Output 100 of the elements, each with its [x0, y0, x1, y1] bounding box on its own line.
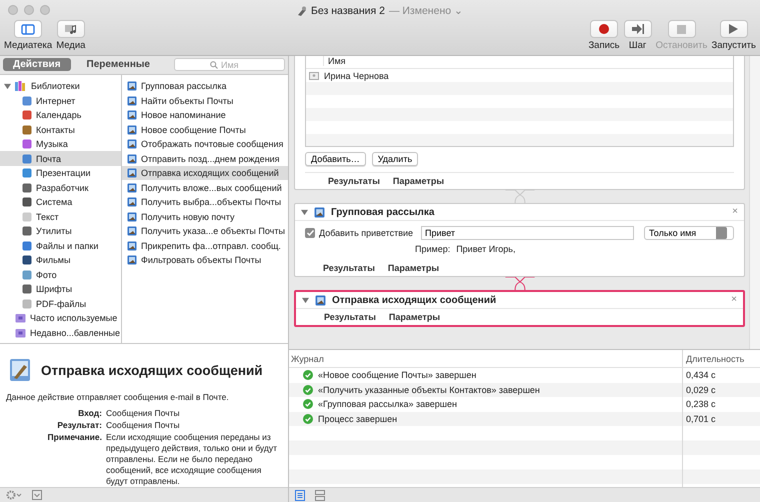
category-item[interactable]: Календарь	[0, 108, 121, 122]
library-tab[interactable]: Действия	[3, 58, 71, 72]
action-card[interactable]: Отправка исходящих сообщений × Результаты Параметры	[294, 290, 745, 327]
category-icon	[22, 212, 32, 222]
action-title: Групповая рассылка	[331, 206, 436, 218]
column-header: Имя	[323, 56, 346, 66]
category-item[interactable]: Недавно...бавленные	[0, 325, 121, 340]
action-title: Отправка исходящих сообщений	[332, 294, 498, 306]
action-item[interactable]: Найти объекты Почты	[122, 93, 288, 108]
action-item[interactable]: Получить указа...е объекты Почты	[122, 224, 288, 238]
category-item[interactable]: Почта	[0, 151, 121, 166]
close-button[interactable]: ×	[732, 207, 738, 217]
contact-card-icon	[309, 72, 319, 80]
category-icon	[22, 226, 32, 236]
action-item[interactable]: Новое напоминание	[122, 108, 288, 122]
push-button[interactable]: Добавить…	[305, 152, 366, 166]
action-item[interactable]: Фильтровать объекты Почты	[122, 252, 288, 268]
stamp-icon	[315, 294, 326, 306]
footer-tab[interactable]: Параметры	[388, 263, 440, 273]
list-view-icon[interactable]	[295, 490, 305, 500]
disclosure-triangle-icon[interactable]	[301, 208, 308, 216]
action-item[interactable]: Отображать почтовые сообщения	[122, 136, 288, 152]
category-icon	[22, 240, 32, 251]
toolbar-button[interactable]: Запустить	[711, 20, 756, 55]
category-item[interactable]: Презентации	[0, 166, 121, 180]
field-value: Сообщения Почты	[106, 408, 181, 420]
toolbar-button[interactable]: Медиа	[56, 20, 86, 55]
category-item[interactable]: Интернет	[0, 93, 121, 108]
sidebar-icon	[21, 24, 36, 34]
category-icon	[22, 284, 32, 294]
action-item[interactable]: Прикрепить фа...отправл. сообщ.	[122, 238, 288, 253]
duration-cell: 0,029 с	[682, 382, 760, 397]
stop-icon	[677, 24, 686, 34]
scrollbar[interactable]	[749, 56, 760, 349]
stamp-icon	[9, 358, 31, 382]
stamp-icon	[127, 197, 137, 208]
folder-icon	[15, 313, 26, 324]
play-icon	[729, 24, 738, 34]
field-value: Сообщения Почты	[106, 420, 181, 432]
footer-tab[interactable]: Результаты	[328, 176, 380, 186]
category-item[interactable]: Фильмы	[0, 252, 121, 268]
split-view-icon[interactable]	[315, 490, 325, 500]
category-icon	[22, 270, 32, 280]
library-tab[interactable]: Переменные	[76, 58, 160, 72]
category-item[interactable]: Утилиты	[0, 224, 121, 238]
category-icon	[22, 168, 32, 178]
action-item[interactable]: Новое сообщение Почты	[122, 122, 288, 137]
category-item[interactable]: Шрифты	[0, 282, 121, 296]
action-item[interactable]: Отправить позд...днем рождения	[122, 151, 288, 166]
column-header: Журнал	[290, 354, 325, 364]
folder-icon	[15, 328, 26, 338]
category-item[interactable]: Фото	[0, 267, 121, 282]
action-item[interactable]: Получить вложе...вых сообщений	[122, 180, 288, 195]
action-item[interactable]: Получить выбра...объекты Почты	[122, 194, 288, 210]
search-input[interactable]: Имя	[220, 60, 249, 70]
footer-tab[interactable]: Результаты	[324, 312, 376, 322]
category-item[interactable]: Библиотеки	[0, 78, 121, 94]
close-button[interactable]: ×	[731, 295, 737, 305]
greeting-field[interactable]: Привет	[421, 226, 634, 240]
column-header: Длительность	[682, 350, 760, 367]
action-card[interactable]: Имя Ирина Чернова Добавить… Удалить Результаты Параметры	[294, 56, 745, 190]
category-item[interactable]: Часто используемые	[0, 310, 121, 326]
category-item[interactable]: Контакты	[0, 122, 121, 137]
footer-tab[interactable]: Результаты	[323, 263, 375, 273]
collapse-icon[interactable]	[32, 490, 42, 500]
stamp-icon	[127, 110, 137, 120]
checkbox[interactable]	[305, 228, 315, 238]
footer-tab[interactable]: Параметры	[392, 176, 444, 186]
disclosure-triangle-icon[interactable]	[302, 296, 309, 304]
record-icon	[599, 24, 610, 34]
category-item[interactable]: PDF-файлы	[0, 296, 121, 311]
stamp-icon	[127, 212, 137, 222]
category-item[interactable]: Файлы и папки	[0, 238, 121, 253]
action-item[interactable]: Получить новую почту	[122, 209, 288, 224]
log-message: «Получить указанные объекты Контактов» завершен	[318, 384, 540, 395]
field-label: Вход:	[77, 408, 102, 420]
category-item[interactable]: Музыка	[0, 136, 121, 152]
category-icon	[22, 110, 32, 120]
log-message: Процесс завершен	[318, 414, 398, 424]
search-icon	[210, 60, 218, 69]
category-item[interactable]: Система	[0, 194, 121, 210]
description-text: Данное действие отправляет сообщения e-mail в Почте.	[6, 392, 230, 402]
popup-menu[interactable]: Только имя	[644, 226, 734, 240]
category-icon	[22, 154, 32, 164]
search-field[interactable]: Имя	[174, 58, 285, 72]
toolbar-button[interactable]: Медиатека	[4, 20, 52, 55]
action-item[interactable]: Групповая рассылка	[122, 78, 288, 94]
category-item[interactable]: Разработчик	[0, 180, 121, 195]
stamp-icon	[127, 81, 137, 92]
stamp-icon	[127, 240, 137, 251]
push-button[interactable]: Удалить	[372, 152, 418, 166]
disclosure-triangle-icon[interactable]	[4, 82, 11, 90]
footer-tab[interactable]: Параметры	[388, 312, 440, 322]
category-item[interactable]: Текст	[0, 209, 121, 224]
toolbar-button[interactable]: Запись	[588, 20, 620, 55]
gear-icon[interactable]	[6, 490, 22, 500]
category-icon	[22, 139, 32, 150]
action-item[interactable]: Отправка исходящих сообщений	[122, 166, 288, 180]
table-row[interactable]: Ирина Чернова	[306, 69, 733, 82]
action-card[interactable]: Групповая рассылка × Добавить приветствие Привет Только имя Пример: Привет Игорь, Результаты Параметры	[294, 203, 745, 277]
